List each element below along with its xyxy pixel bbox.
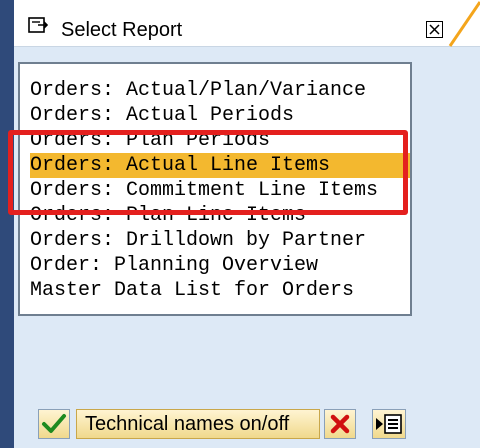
report-item[interactable]: Master Data List for Orders [30, 278, 410, 303]
report-item[interactable]: Orders: Commitment Line Items [30, 178, 410, 203]
report-item[interactable]: Orders: Plan Line Items [30, 203, 410, 228]
dialog-titlebar: Select Report [14, 0, 480, 47]
report-item[interactable]: Orders: Plan Periods [30, 128, 410, 153]
dialog-toolbar: Technical names on/off [14, 403, 480, 448]
cancel-button[interactable] [324, 409, 356, 439]
select-report-dialog: Select Report Orders: Actual/Plan/Varian… [8, 0, 480, 448]
window-left-stripe [0, 0, 14, 448]
report-item[interactable]: Orders: Drilldown by Partner [30, 228, 410, 253]
expand-list-icon [376, 414, 402, 434]
titlebar-accent [448, 1, 480, 47]
ok-button[interactable] [38, 409, 70, 439]
report-item[interactable]: Orders: Actual Line Items [30, 153, 410, 178]
report-list[interactable]: Orders: Actual/Plan/Variance Orders: Actu… [18, 62, 412, 316]
cancel-x-icon [330, 414, 350, 434]
report-item[interactable]: Orders: Actual/Plan/Variance [30, 78, 410, 103]
technical-names-button[interactable]: Technical names on/off [76, 409, 320, 439]
expand-list-button[interactable] [372, 409, 406, 439]
close-icon[interactable] [426, 21, 443, 38]
dialog-title: Select Report [61, 19, 183, 41]
dialog-title-icon [28, 17, 49, 34]
check-icon [42, 414, 66, 433]
report-item[interactable]: Order: Planning Overview [30, 253, 410, 278]
report-item[interactable]: Orders: Actual Periods [30, 103, 410, 128]
